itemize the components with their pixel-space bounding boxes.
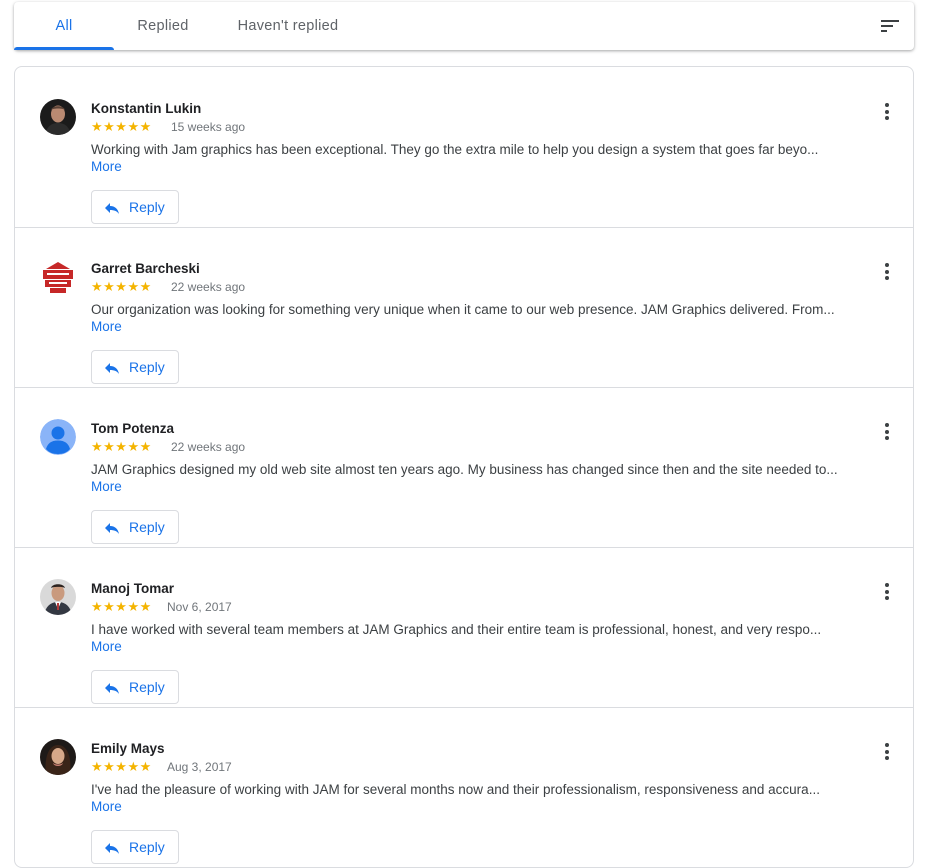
tab-all[interactable]: All: [14, 2, 114, 50]
reply-label: Reply: [129, 519, 165, 535]
review-item: Emily Mays ★★★★★ Aug 3, 2017 I've had th…: [15, 707, 913, 867]
avatar: [40, 739, 76, 775]
reply-label: Reply: [129, 199, 165, 215]
review-text: Working with Jam graphics has been excep…: [91, 142, 819, 174]
more-link[interactable]: More: [91, 639, 122, 654]
review-time: 15 weeks ago: [171, 120, 246, 134]
more-link[interactable]: More: [91, 799, 122, 814]
reply-button[interactable]: Reply: [91, 510, 179, 544]
reply-icon: [104, 841, 120, 855]
reply-icon: [104, 361, 120, 375]
tab-havent-replied[interactable]: Haven't replied: [224, 2, 352, 50]
more-options-icon[interactable]: [883, 583, 891, 603]
star-rating: ★★★★★: [91, 439, 152, 454]
more-link[interactable]: More: [91, 319, 122, 334]
reply-icon: [104, 201, 120, 215]
reviewer-name: Emily Mays: [91, 741, 165, 756]
review-time: 22 weeks ago: [171, 440, 246, 454]
avatar: [40, 579, 76, 615]
tab-replied[interactable]: Replied: [124, 2, 202, 50]
reviewer-name: Tom Potenza: [91, 421, 175, 436]
more-options-icon[interactable]: [883, 743, 891, 763]
review-item: Tom Potenza ★★★★★ 22 weeks ago JAM Graph…: [15, 387, 913, 548]
more-link[interactable]: More: [91, 479, 122, 494]
reply-icon: [104, 681, 120, 695]
sort-icon[interactable]: [880, 17, 900, 35]
review-time: Aug 3, 2017: [167, 760, 232, 774]
reply-button[interactable]: Reply: [91, 670, 179, 704]
more-options-icon[interactable]: [883, 263, 891, 283]
avatar: [40, 99, 76, 135]
avatar: [40, 259, 76, 295]
reply-label: Reply: [129, 839, 165, 855]
reply-label: Reply: [129, 359, 165, 375]
review-text: Our organization was looking for somethi…: [91, 302, 835, 334]
more-options-icon[interactable]: [883, 103, 891, 123]
review-text: I've had the pleasure of working with JA…: [91, 782, 820, 814]
reply-button[interactable]: Reply: [91, 350, 179, 384]
reply-label: Reply: [129, 679, 165, 695]
avatar: [40, 419, 76, 455]
review-item: Konstantin Lukin ★★★★★ 15 weeks ago Work…: [15, 67, 913, 228]
review-text: I have worked with several team members …: [91, 622, 822, 654]
reply-icon: [104, 521, 120, 535]
reply-button[interactable]: Reply: [91, 830, 179, 864]
review-filter-tabs: All Replied Haven't replied: [14, 2, 914, 50]
more-options-icon[interactable]: [883, 423, 891, 443]
review-text: JAM Graphics designed my old web site al…: [91, 462, 838, 494]
more-link[interactable]: More: [91, 159, 122, 174]
review-time: 22 weeks ago: [171, 280, 246, 294]
star-rating: ★★★★★: [91, 279, 152, 294]
star-rating: ★★★★★: [91, 759, 152, 774]
star-rating: ★★★★★: [91, 119, 152, 134]
reviewer-name: Garret Barcheski: [91, 261, 200, 276]
reply-button[interactable]: Reply: [91, 190, 179, 224]
review-time: Nov 6, 2017: [167, 600, 232, 614]
star-rating: ★★★★★: [91, 599, 152, 614]
review-item: Manoj Tomar ★★★★★ Nov 6, 2017 I have wor…: [15, 547, 913, 708]
review-item: Garret Barcheski ★★★★★ 22 weeks ago Our …: [15, 227, 913, 388]
reviewer-name: Manoj Tomar: [91, 581, 175, 596]
reviewer-name: Konstantin Lukin: [91, 101, 202, 116]
reviews-list: Konstantin Lukin ★★★★★ 15 weeks ago Work…: [14, 66, 914, 868]
